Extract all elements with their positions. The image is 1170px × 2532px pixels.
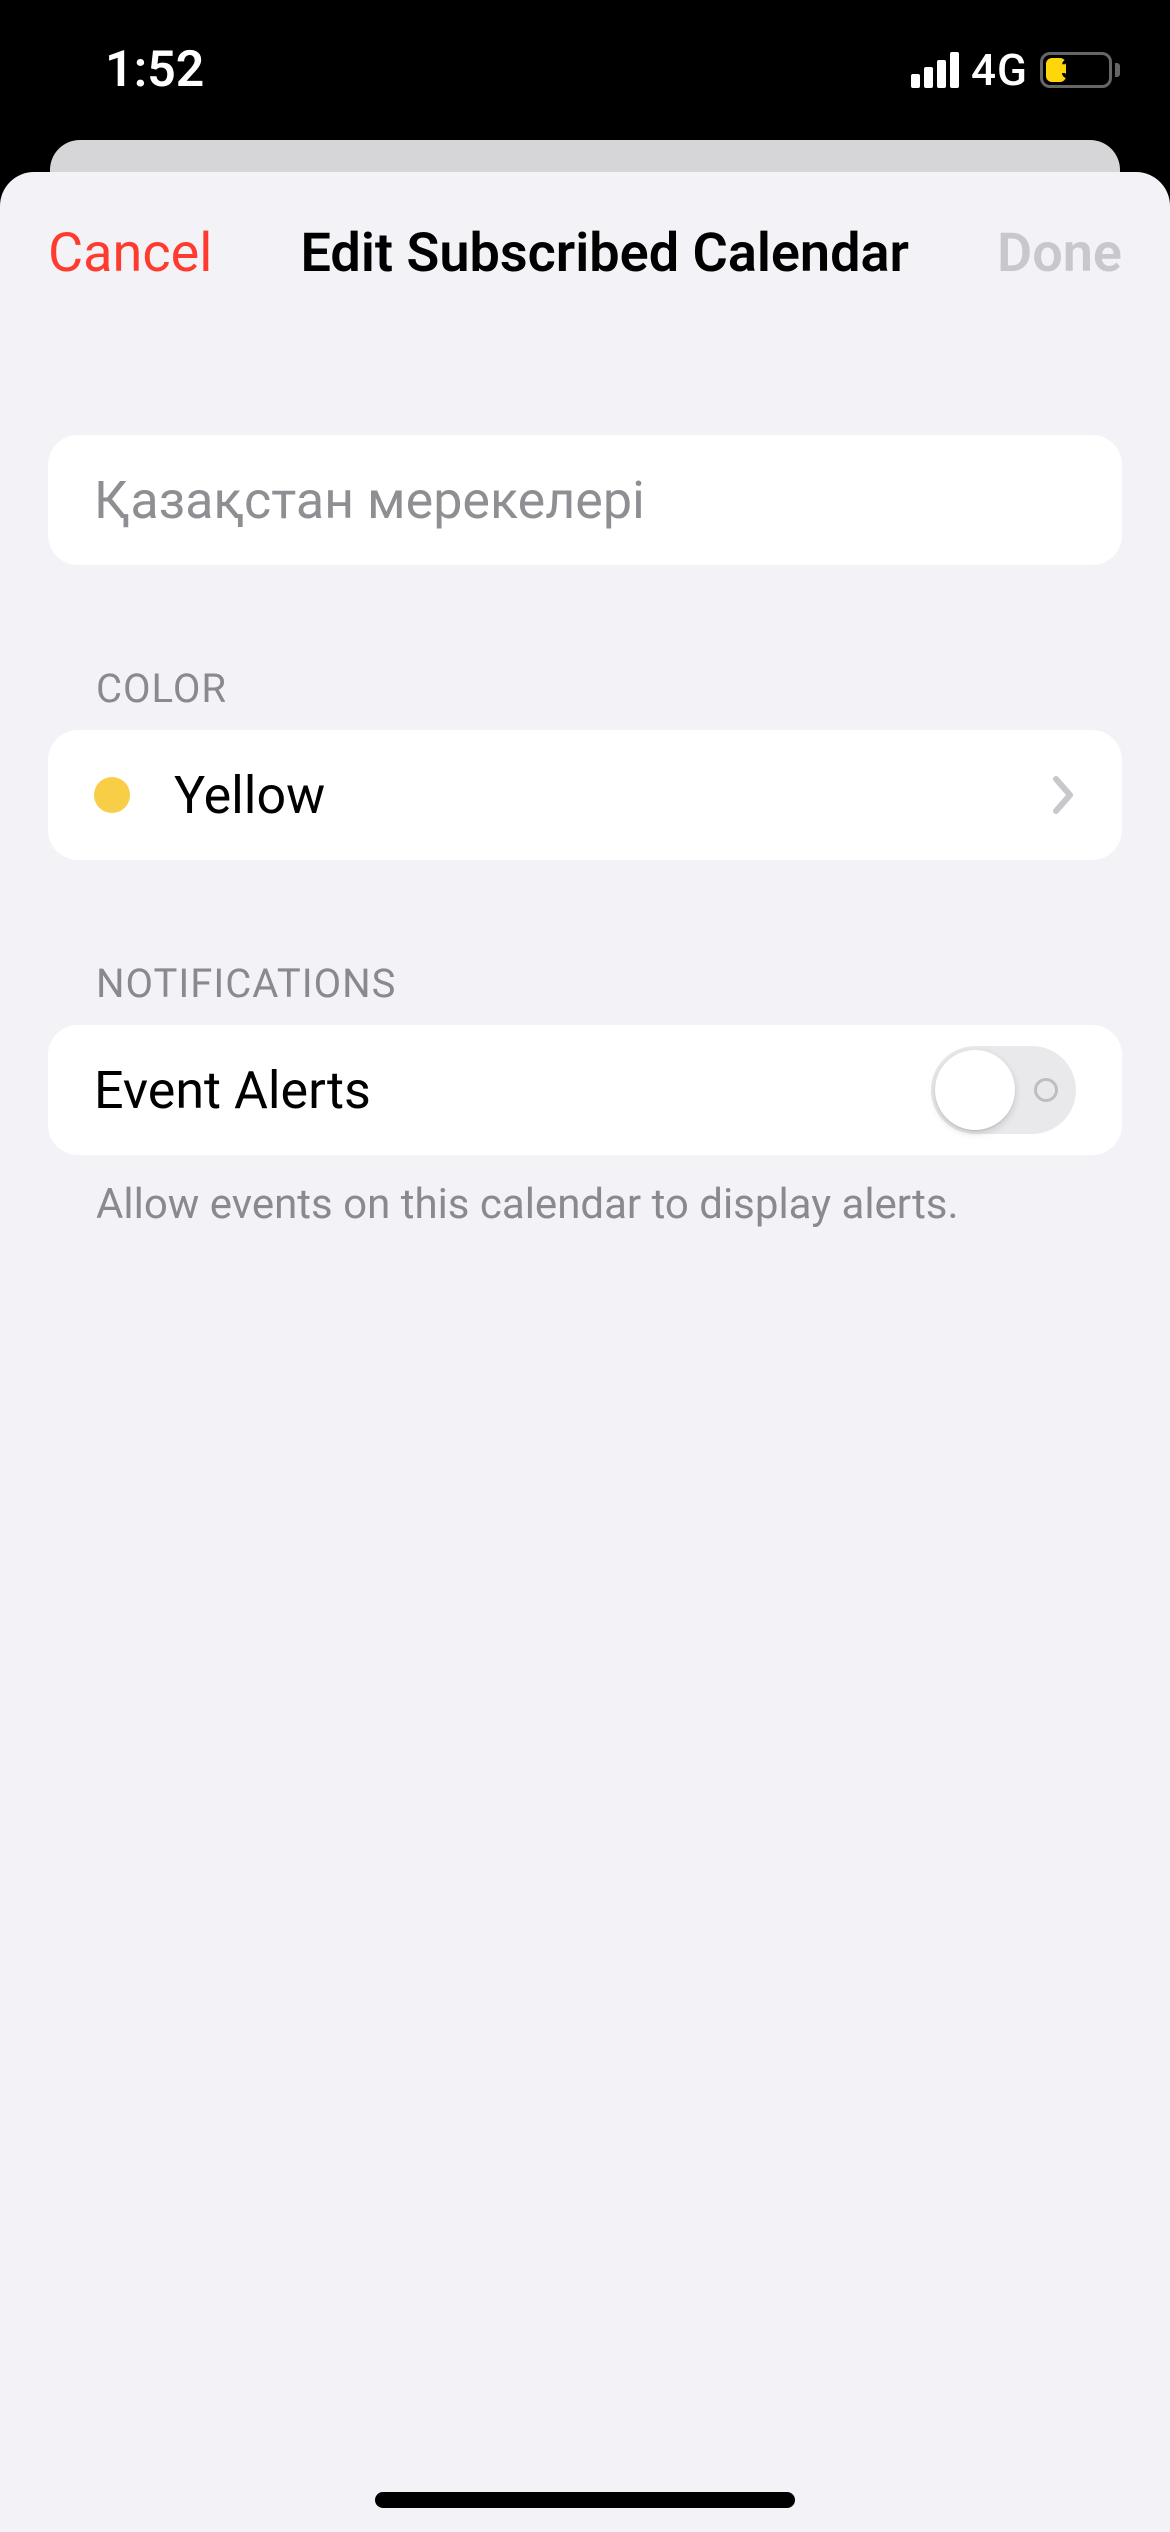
done-button[interactable]: Done	[997, 222, 1122, 285]
toggle-knob	[935, 1050, 1015, 1130]
battery-indicator: 33	[1040, 52, 1120, 88]
color-row[interactable]: Yellow	[48, 730, 1122, 860]
event-alerts-row: Event Alerts	[48, 1025, 1122, 1155]
color-section-header: COLOR	[48, 665, 1122, 730]
color-group: Yellow	[48, 730, 1122, 860]
calendar-name-group	[48, 435, 1122, 565]
home-indicator[interactable]	[375, 2492, 795, 2508]
toggle-off-indicator-icon	[1034, 1078, 1058, 1102]
sheet-header: Cancel Edit Subscribed Calendar Done	[0, 172, 1170, 335]
status-bar: 1:52 4G 33	[0, 0, 1170, 140]
chevron-right-icon	[1052, 775, 1076, 815]
color-dot-icon	[94, 777, 130, 813]
cellular-signal-icon	[911, 52, 959, 88]
calendar-name-cell[interactable]	[48, 435, 1122, 565]
notifications-section-header: NOTIFICATIONS	[48, 960, 1122, 1025]
event-alerts-toggle[interactable]	[931, 1046, 1076, 1134]
color-label: Yellow	[174, 765, 1052, 826]
notifications-footer: Allow events on this calendar to display…	[48, 1155, 1122, 1234]
calendar-name-input[interactable]	[94, 470, 1076, 531]
cancel-button[interactable]: Cancel	[48, 222, 212, 285]
sheet-title: Edit Subscribed Calendar	[212, 222, 997, 285]
status-time: 1:52	[105, 41, 204, 99]
event-alerts-label: Event Alerts	[94, 1060, 931, 1121]
network-type: 4G	[971, 44, 1028, 96]
notifications-group: Event Alerts	[48, 1025, 1122, 1155]
status-indicators: 4G 33	[911, 44, 1120, 96]
edit-calendar-sheet: Cancel Edit Subscribed Calendar Done COL…	[0, 172, 1170, 2532]
battery-percentage: 33	[1043, 55, 1109, 85]
